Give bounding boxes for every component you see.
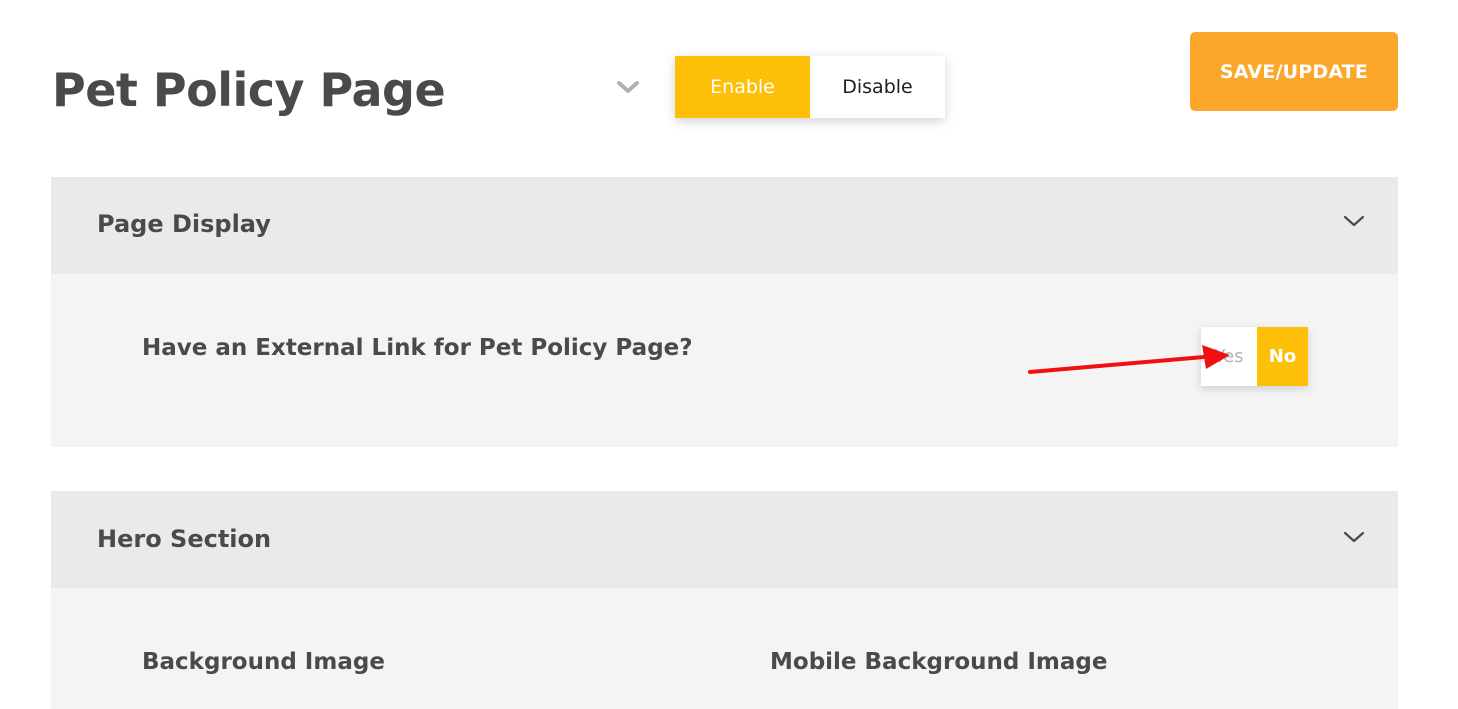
- background-image-label: Background Image: [142, 649, 385, 675]
- external-link-question-label: Have an External Link for Pet Policy Pag…: [142, 335, 693, 361]
- chevron-down-icon[interactable]: [1342, 529, 1366, 545]
- panel-header-page-display[interactable]: Page Display: [51, 177, 1398, 274]
- save-update-button[interactable]: SAVE/UPDATE: [1190, 32, 1398, 111]
- no-option-button[interactable]: No: [1257, 327, 1308, 386]
- chevron-down-icon[interactable]: [614, 76, 642, 98]
- panel-title: Page Display: [97, 210, 271, 238]
- enable-disable-toggle: Enable Disable: [675, 56, 945, 118]
- mobile-background-image-label: Mobile Background Image: [770, 649, 1108, 675]
- page-title: Pet Policy Page: [52, 63, 446, 117]
- disable-button[interactable]: Disable: [810, 56, 945, 118]
- external-link-yes-no-toggle: Yes No: [1201, 327, 1308, 386]
- enable-button[interactable]: Enable: [675, 56, 810, 118]
- panel-title: Hero Section: [97, 525, 272, 553]
- chevron-down-icon[interactable]: [1342, 213, 1366, 229]
- panel-header-hero-section[interactable]: Hero Section: [51, 491, 1398, 588]
- yes-option-button[interactable]: Yes: [1201, 327, 1257, 386]
